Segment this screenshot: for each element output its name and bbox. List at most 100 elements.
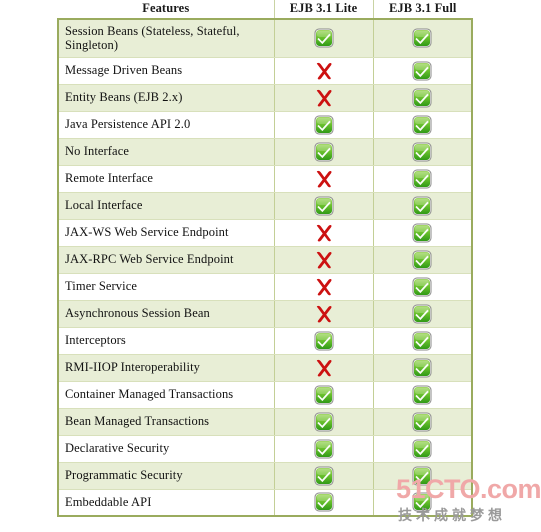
ejb-lite-support-cell	[274, 381, 374, 409]
red-cross-icon	[313, 358, 335, 378]
feature-name-cell: JAX-WS Web Service Endpoint	[57, 219, 275, 247]
feature-name-cell: Remote Interface	[57, 165, 275, 193]
table-header: Features EJB 3.1 Lite EJB 3.1 Full	[58, 0, 472, 20]
green-check-icon	[314, 331, 334, 351]
feature-name-cell: Container Managed Transactions	[57, 381, 275, 409]
ejb-lite-support-cell	[274, 57, 374, 85]
ejb-full-support-cell	[373, 84, 473, 112]
green-check-icon	[412, 88, 432, 108]
green-check-icon	[412, 466, 432, 486]
green-check-icon	[412, 492, 432, 512]
ejb-full-support-cell	[373, 19, 473, 58]
feature-name-cell: Asynchronous Session Bean	[57, 300, 275, 328]
ejb-lite-support-cell	[274, 435, 374, 463]
table-row: Timer Service	[57, 273, 473, 301]
ejb-lite-support-cell	[274, 354, 374, 382]
green-check-icon	[314, 439, 334, 459]
green-check-icon	[314, 492, 334, 512]
green-check-icon	[412, 412, 432, 432]
ejb-lite-support-cell	[274, 300, 374, 328]
ejb-lite-support-cell	[274, 327, 374, 355]
table-row: Programmatic Security	[57, 462, 473, 490]
green-check-icon	[412, 439, 432, 459]
table-body: Session Beans (Stateless, Stateful, Sing…	[57, 19, 473, 517]
ejb-full-support-cell	[373, 327, 473, 355]
ejb-feature-comparison-table: Features EJB 3.1 Lite EJB 3.1 Full Sessi…	[57, 0, 473, 517]
red-cross-icon	[313, 250, 335, 270]
feature-name-cell: Entity Beans (EJB 2.x)	[57, 84, 275, 112]
ejb-lite-support-cell	[274, 84, 374, 112]
feature-name-cell: Java Persistence API 2.0	[57, 111, 275, 139]
green-check-icon	[314, 142, 334, 162]
red-cross-icon	[313, 277, 335, 297]
ejb-full-support-cell	[373, 435, 473, 463]
feature-name-cell: Interceptors	[57, 327, 275, 355]
green-check-icon	[412, 61, 432, 81]
ejb-full-support-cell	[373, 273, 473, 301]
feature-name-cell: Bean Managed Transactions	[57, 408, 275, 436]
table-row: Declarative Security	[57, 435, 473, 463]
feature-name-cell: Timer Service	[57, 273, 275, 301]
table-row: Local Interface	[57, 192, 473, 220]
green-check-icon	[412, 304, 432, 324]
table-row: Session Beans (Stateless, Stateful, Sing…	[57, 19, 473, 58]
ejb-lite-support-cell	[274, 489, 374, 517]
feature-name-cell: Session Beans (Stateless, Stateful, Sing…	[57, 19, 275, 58]
ejb-full-support-cell	[373, 462, 473, 490]
ejb-lite-support-cell	[274, 19, 374, 58]
table-row: Java Persistence API 2.0	[57, 111, 473, 139]
feature-name-cell: Message Driven Beans	[57, 57, 275, 85]
green-check-icon	[314, 412, 334, 432]
green-check-icon	[314, 28, 334, 48]
compatibility-table-container: Features EJB 3.1 Lite EJB 3.1 Full Sessi…	[57, 0, 473, 517]
feature-name-cell: Declarative Security	[57, 435, 275, 463]
green-check-icon	[412, 331, 432, 351]
red-cross-icon	[313, 61, 335, 81]
feature-name-cell: No Interface	[57, 138, 275, 166]
ejb-full-support-cell	[373, 138, 473, 166]
green-check-icon	[314, 466, 334, 486]
table-row: JAX-WS Web Service Endpoint	[57, 219, 473, 247]
ejb-lite-support-cell	[274, 219, 374, 247]
ejb-lite-support-cell	[274, 192, 374, 220]
ejb-lite-support-cell	[274, 246, 374, 274]
ejb-lite-support-cell	[274, 408, 374, 436]
green-check-icon	[412, 277, 432, 297]
table-row: Message Driven Beans	[57, 57, 473, 85]
feature-name-cell: JAX-RPC Web Service Endpoint	[57, 246, 275, 274]
table-row: Bean Managed Transactions	[57, 408, 473, 436]
green-check-icon	[412, 223, 432, 243]
red-cross-icon	[313, 304, 335, 324]
green-check-icon	[412, 28, 432, 48]
ejb-full-support-cell	[373, 192, 473, 220]
feature-name-cell: Local Interface	[57, 192, 275, 220]
table-row: No Interface	[57, 138, 473, 166]
table-row: Remote Interface	[57, 165, 473, 193]
green-check-icon	[412, 385, 432, 405]
ejb-lite-support-cell	[274, 273, 374, 301]
column-header-ejb-lite: EJB 3.1 Lite	[274, 0, 374, 20]
ejb-full-support-cell	[373, 300, 473, 328]
feature-name-cell: Embeddable API	[57, 489, 275, 517]
column-header-ejb-full: EJB 3.1 Full	[373, 0, 472, 20]
feature-name-cell: RMI-IIOP Interoperability	[57, 354, 275, 382]
table-header-row: Features EJB 3.1 Lite EJB 3.1 Full	[58, 0, 472, 20]
table-row: Entity Beans (EJB 2.x)	[57, 84, 473, 112]
red-cross-icon	[313, 88, 335, 108]
green-check-icon	[412, 358, 432, 378]
table-row: Container Managed Transactions	[57, 381, 473, 409]
table-row: Embeddable API	[57, 489, 473, 517]
green-check-icon	[314, 196, 334, 216]
green-check-icon	[412, 142, 432, 162]
ejb-full-support-cell	[373, 354, 473, 382]
ejb-full-support-cell	[373, 408, 473, 436]
ejb-full-support-cell	[373, 246, 473, 274]
ejb-lite-support-cell	[274, 165, 374, 193]
green-check-icon	[314, 115, 334, 135]
ejb-full-support-cell	[373, 111, 473, 139]
green-check-icon	[314, 385, 334, 405]
feature-name-cell: Programmatic Security	[57, 462, 275, 490]
table-row: Asynchronous Session Bean	[57, 300, 473, 328]
ejb-lite-support-cell	[274, 462, 374, 490]
red-cross-icon	[313, 169, 335, 189]
